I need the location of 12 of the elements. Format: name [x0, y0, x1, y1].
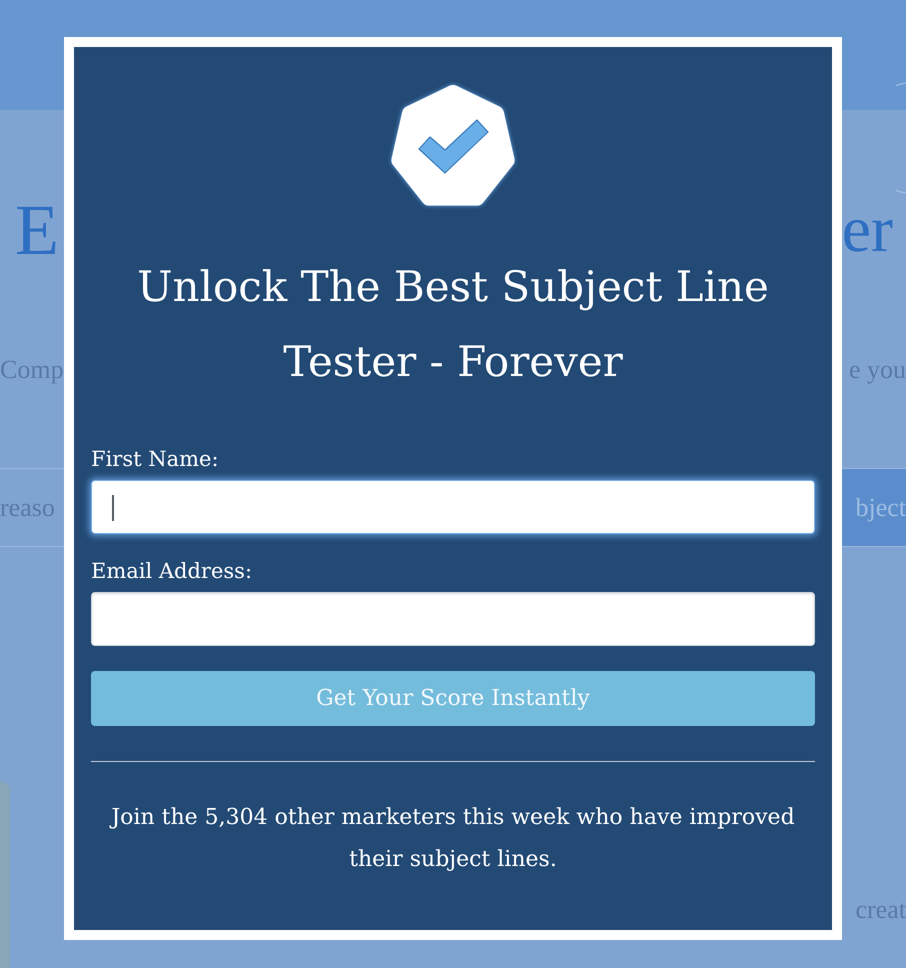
input-field[interactable] — [91, 480, 815, 534]
social-proof-text: Join the 5,304 other marketers this week who have improved their subject lines. — [108, 804, 796, 874]
page-heading: E — [15, 194, 59, 266]
page-heading: er — [842, 197, 894, 263]
field-label: Email Address: — [91, 558, 254, 585]
submit-button[interactable]: Get Your Score Instantly — [91, 671, 815, 726]
submit-button[interactable]: bject — [841, 469, 906, 546]
input-field[interactable] — [91, 592, 815, 646]
text-cursor-icon — [112, 495, 114, 521]
circle-outline-icon — [896, 82, 906, 194]
modal-title: Unlock The Best Subject Line Tester - Forever — [136, 261, 770, 388]
field-label: First Name: — [91, 446, 220, 473]
